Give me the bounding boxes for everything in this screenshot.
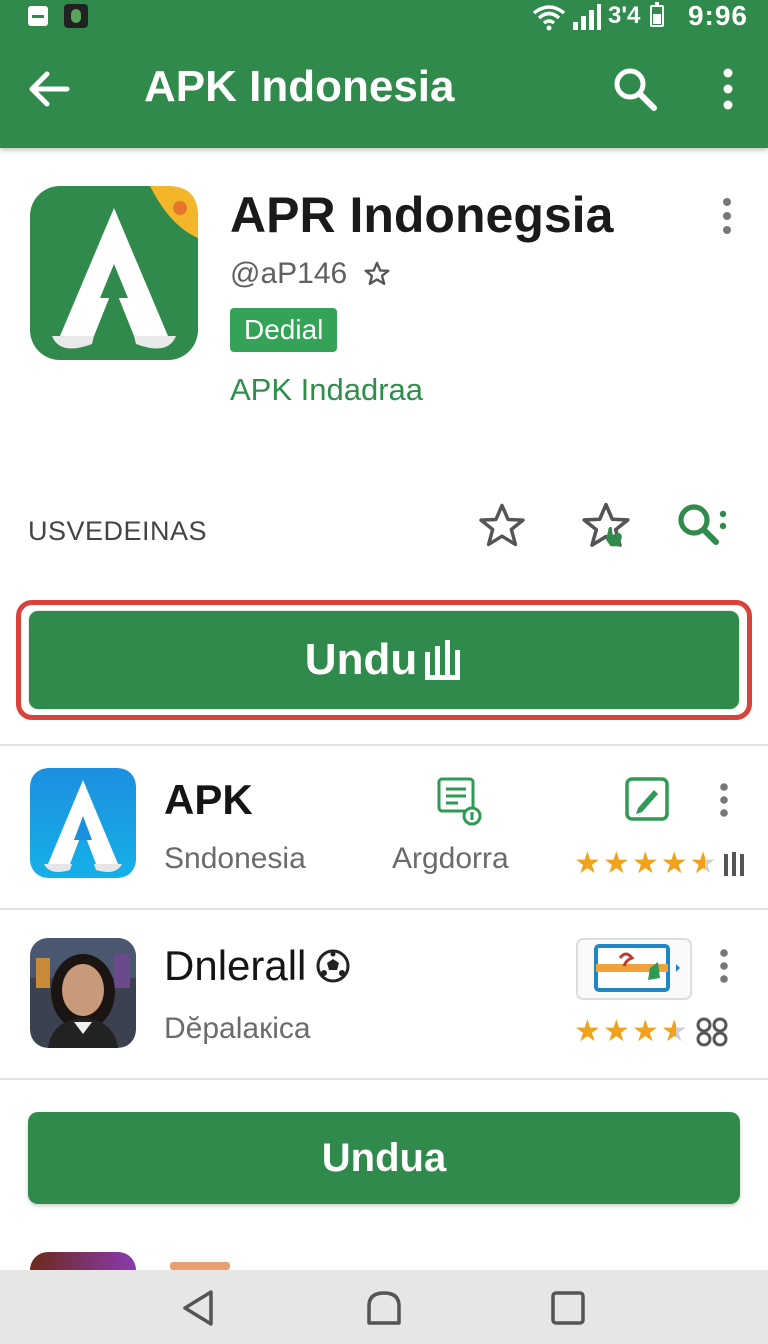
row-1-rating: ★ ★ ★ ★ ★	[574, 848, 747, 880]
next-item-peek	[30, 1252, 136, 1272]
system-nav-bar	[0, 1270, 768, 1344]
row-1-title: APK	[164, 776, 253, 823]
soccer-ball-icon	[316, 949, 350, 983]
featured-app-icon[interactable]	[30, 186, 198, 360]
more-vert-icon	[723, 198, 731, 234]
download-button-secondary-label: Undua	[321, 1135, 447, 1180]
nav-recents-button[interactable]	[544, 1284, 592, 1332]
star-icon: ★	[602, 1015, 630, 1048]
row-2-title-wrap: Dnlerall	[164, 942, 350, 990]
row-1-category: Argdorra	[392, 842, 509, 875]
overflow-menu-button[interactable]	[706, 64, 750, 114]
grid-icon	[696, 1017, 728, 1047]
download-button-label: Undu	[304, 635, 418, 684]
star-icon: ★	[631, 1015, 659, 1048]
clock: 9:96	[687, 0, 748, 31]
battery-icon	[650, 2, 664, 27]
star-icon: ★	[631, 847, 659, 880]
star-half-icon: ★	[689, 847, 717, 880]
download-button-secondary[interactable]: Undua	[28, 1112, 740, 1204]
featured-handle: @aP146	[230, 257, 348, 290]
featured-handle-row: @aP146	[230, 254, 391, 294]
app-preview-icon[interactable]	[576, 938, 692, 1000]
portrait-avatar[interactable]	[30, 938, 136, 1048]
app-a-icon[interactable]	[30, 768, 136, 878]
featured-more-button[interactable]	[712, 192, 742, 240]
search-icon	[614, 68, 657, 111]
page-title: APK Indonesia	[144, 62, 455, 111]
favorite-button[interactable]	[474, 498, 530, 554]
search-more-icon	[678, 504, 727, 545]
row-2-more-button[interactable]	[710, 946, 738, 986]
more-vert-icon	[723, 68, 733, 110]
star-icon: ★	[574, 847, 601, 880]
row-1-more-button[interactable]	[710, 780, 738, 820]
download-button[interactable]: Undu	[28, 610, 740, 710]
star-half-icon: ★	[660, 1015, 688, 1048]
row-2-title: Dnlerall	[164, 942, 307, 989]
divider	[0, 908, 768, 910]
divider	[0, 744, 768, 746]
star-outline-icon	[479, 503, 525, 547]
nav-back-button[interactable]	[174, 1284, 222, 1332]
star-icon: ★	[574, 1015, 601, 1048]
search-more-button[interactable]	[674, 498, 730, 554]
signal-icon	[573, 4, 601, 30]
back-button[interactable]	[24, 64, 74, 114]
notification-icon	[28, 6, 48, 26]
star-outline-icon[interactable]	[363, 260, 391, 288]
app-header: 3'4 9:96 APK Indonesia	[0, 0, 768, 148]
nav-home-icon	[367, 1291, 401, 1325]
section-label: USVEDEINAS	[28, 516, 208, 546]
row-2-rating: ★ ★ ★ ★	[574, 1016, 728, 1048]
star-icon: ★	[602, 847, 630, 880]
bars-icon	[723, 852, 744, 876]
feedback-icon[interactable]	[436, 776, 486, 828]
nav-back-icon	[183, 1290, 213, 1326]
rate-button[interactable]	[578, 498, 634, 554]
star-hand-icon	[582, 502, 630, 547]
status-bar: 3'4 9:96	[0, 0, 768, 34]
signal-text: 3'4	[608, 2, 641, 29]
row-1-subtitle: Sndonesia	[164, 842, 306, 875]
search-button[interactable]	[608, 62, 662, 116]
featured-developer-link[interactable]: APK Indadraa	[230, 372, 423, 408]
next-item-peek-text	[170, 1262, 230, 1270]
download-bars-icon	[425, 640, 461, 680]
more-vert-icon	[720, 949, 728, 983]
featured-badge: Dedial	[230, 308, 338, 352]
nav-home-button[interactable]	[360, 1284, 408, 1332]
back-arrow-icon	[29, 71, 70, 107]
wifi-icon	[532, 5, 566, 31]
app-thumbnail-icon	[64, 4, 88, 28]
star-icon: ★	[660, 847, 688, 880]
nav-recents-icon	[551, 1291, 585, 1325]
edit-icon[interactable]	[624, 776, 670, 822]
divider	[0, 1078, 768, 1080]
featured-app-name: APR Indonegsia	[230, 187, 614, 243]
row-2-subtitle: Dĕpalaкica	[164, 1012, 311, 1045]
more-vert-icon	[720, 783, 728, 817]
